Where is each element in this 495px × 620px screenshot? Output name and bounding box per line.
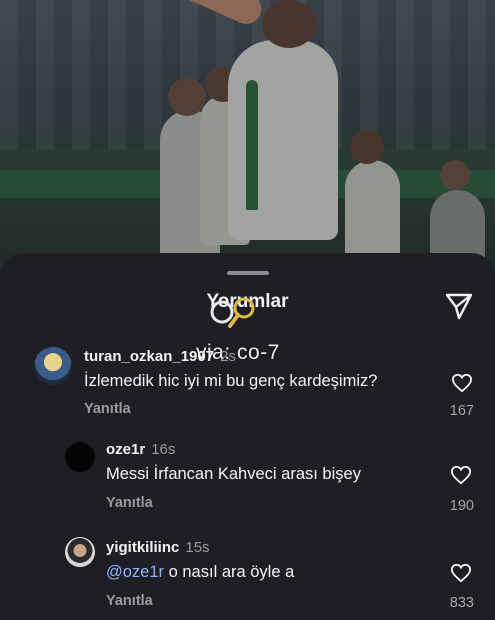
watermark-logo-icon <box>210 297 255 328</box>
background-video-frame <box>0 0 495 280</box>
username-text[interactable]: oze1r <box>106 441 145 458</box>
username-text[interactable]: turan_ozkan_1907 <box>84 348 214 365</box>
like-heart-icon[interactable] <box>450 563 472 583</box>
avatar[interactable] <box>65 537 95 567</box>
reply-button[interactable]: Yanıtla <box>106 495 153 511</box>
mention-link[interactable]: @oze1r <box>106 563 164 581</box>
like-count: 833 <box>449 595 474 611</box>
comment-username[interactable]: turan_ozkan_1907 2s <box>84 348 236 365</box>
comment-username[interactable]: oze1r 16s <box>106 441 175 458</box>
avatar[interactable] <box>65 442 95 472</box>
like-heart-icon[interactable] <box>450 465 472 485</box>
username-text[interactable]: yigitkiliinc <box>106 539 179 556</box>
sheet-drag-handle[interactable] <box>227 271 269 275</box>
like-heart-icon[interactable] <box>451 373 473 393</box>
comment-username[interactable]: yigitkiliinc 15s <box>106 539 210 556</box>
reply-button[interactable]: Yanıtla <box>106 593 153 609</box>
like-count: 167 <box>449 403 474 419</box>
comment-text-body: o nasıl ara öyle a <box>168 563 295 581</box>
like-count: 190 <box>449 498 474 514</box>
avatar[interactable] <box>34 347 72 385</box>
comments-sheet: Yorumlar via: co-7 turan_ozkan_1907 2s İz… <box>0 253 495 620</box>
comment-text: Messi İrfancan Kahveci arası bişey <box>106 465 361 483</box>
reply-button[interactable]: Yanıtla <box>84 401 131 417</box>
comment-time: 16s <box>151 441 176 458</box>
comment-time: 2s <box>220 348 236 365</box>
comment-text: @oze1r o nasıl ara öyle a <box>106 563 294 582</box>
share-send-icon[interactable] <box>444 291 474 321</box>
comment-text: İzlemedik hic iyi mi bu genç kardeşimiz? <box>84 372 378 390</box>
comment-time: 15s <box>185 539 210 556</box>
photo-dim-overlay <box>0 0 495 280</box>
